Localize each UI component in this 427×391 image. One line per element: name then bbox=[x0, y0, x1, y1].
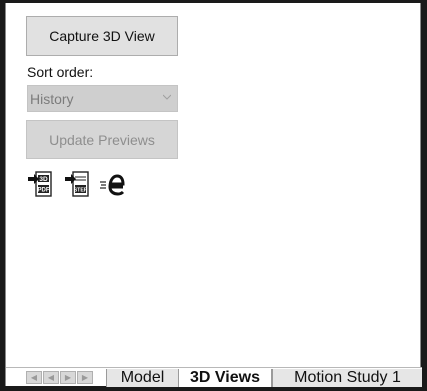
3d-views-panel: Capture 3D View Sort order: History Upda… bbox=[5, 3, 422, 387]
next-icon[interactable]: ▶ bbox=[60, 371, 76, 384]
update-previews-label: Update Previews bbox=[49, 131, 155, 148]
prev-icon[interactable]: ◀ bbox=[43, 371, 59, 384]
edrawings-icon[interactable] bbox=[99, 170, 129, 198]
tab-3d-views[interactable]: 3D Views bbox=[178, 369, 272, 387]
capture-3d-view-button[interactable]: Capture 3D View bbox=[26, 16, 178, 56]
svg-text:STEP: STEP bbox=[74, 188, 88, 194]
tab-motion-study-1[interactable]: Motion Study 1 bbox=[272, 369, 422, 387]
svg-text:PDF: PDF bbox=[38, 188, 50, 194]
tab-motion-study-1-label: Motion Study 1 bbox=[294, 369, 401, 386]
window-frame: Capture 3D View Sort order: History Upda… bbox=[0, 0, 427, 391]
export-3d-pdf-icon[interactable]: 3D PDF bbox=[27, 170, 55, 198]
sort-order-value: History bbox=[30, 91, 74, 107]
first-icon[interactable]: ◀ bbox=[26, 371, 42, 384]
bottom-tab-bar: ◀ ◀ ▶ ▶ Model 3D Views Motion Study 1 bbox=[6, 367, 422, 387]
tab-3d-views-label: 3D Views bbox=[190, 369, 260, 386]
svg-text:3D: 3D bbox=[39, 176, 48, 183]
tab-model[interactable]: Model bbox=[106, 369, 178, 387]
last-icon[interactable]: ▶ bbox=[77, 371, 93, 384]
export-step-icon[interactable]: STEP bbox=[64, 170, 92, 198]
tab-model-label: Model bbox=[120, 369, 165, 386]
tab-scroll-buttons: ◀ ◀ ▶ ▶ bbox=[26, 371, 102, 384]
chevron-down-icon bbox=[163, 94, 171, 100]
sort-order-dropdown[interactable]: History bbox=[27, 85, 178, 112]
update-previews-button[interactable]: Update Previews bbox=[26, 120, 178, 159]
capture-3d-view-label: Capture 3D View bbox=[49, 28, 155, 44]
sort-order-label: Sort order: bbox=[27, 64, 94, 80]
